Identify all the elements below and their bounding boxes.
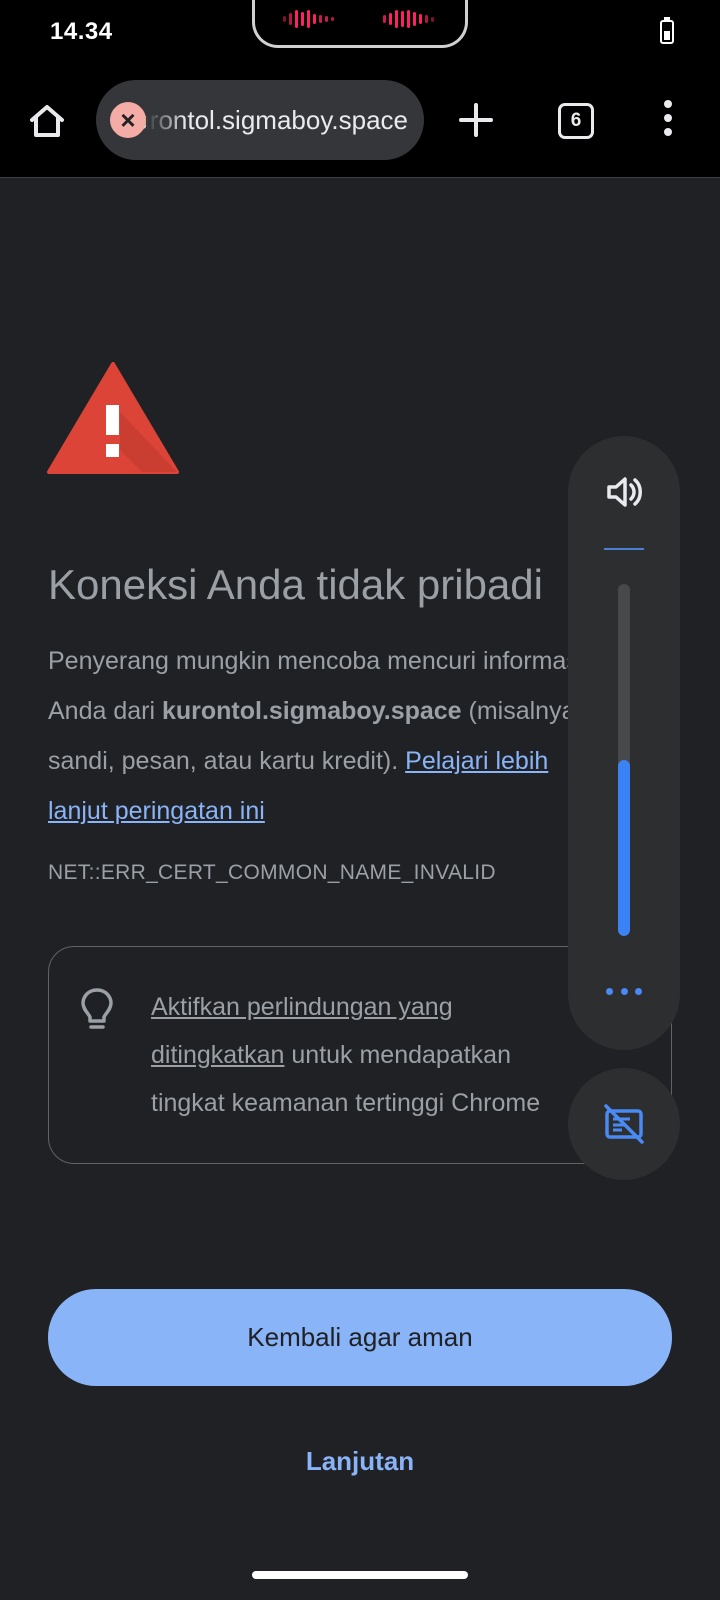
body-text-fragment: (misalnya, <box>461 697 583 725</box>
volume-slider[interactable] <box>618 584 630 936</box>
audio-wave-left <box>283 10 334 28</box>
tip-text-fragment: untuk mendapatkan <box>284 1041 511 1069</box>
home-button[interactable] <box>26 100 68 142</box>
volume-divider <box>604 548 644 550</box>
battery-icon <box>660 17 674 44</box>
live-caption-button[interactable] <box>568 1068 680 1180</box>
site-domain: kurontol.sigmaboy.space <box>161 697 462 725</box>
error-code: NET::ERR_CERT_COMMON_NAME_INVALID <box>48 861 496 884</box>
enhanced-protection-link-cont[interactable]: ditingkatkan <box>151 1041 284 1069</box>
status-bar: 14.34 <box>0 0 720 64</box>
enhanced-protection-link[interactable]: Aktifkan perlindungan yang <box>151 993 453 1021</box>
status-time: 14.34 <box>50 18 113 45</box>
back-to-safety-button[interactable]: Kembali agar aman <box>48 1289 672 1386</box>
home-icon <box>30 105 64 137</box>
more-vert-icon[interactable] <box>658 100 678 142</box>
new-tab-button[interactable] <box>456 100 496 140</box>
address-bar[interactable]: kurontol.sigmaboy.space × <box>96 80 424 160</box>
audio-wave-right <box>383 10 434 28</box>
browser-toolbar: kurontol.sigmaboy.space × 6 <box>0 64 720 178</box>
advanced-button[interactable]: Lanjutan <box>260 1440 460 1482</box>
volume-panel <box>568 436 680 1050</box>
url-fade <box>146 80 186 160</box>
live-caption-off-icon <box>604 1104 644 1144</box>
plus-icon <box>459 103 493 137</box>
warning-triangle-icon <box>47 362 179 474</box>
learn-more-link-cont[interactable]: lanjut peringatan ini <box>48 797 265 825</box>
lightbulb-icon <box>81 988 113 1029</box>
tab-switcher-button[interactable]: 6 <box>558 103 594 139</box>
volume-up-icon[interactable] <box>604 472 644 512</box>
learn-more-link[interactable]: Pelajari lebih <box>405 747 548 775</box>
camera-notch <box>252 0 468 48</box>
body-text-fragment: Anda dari <box>48 697 162 725</box>
volume-slider-fill <box>618 760 630 936</box>
body-text-fragment: sandi, pesan, atau kartu kredit). <box>48 747 406 775</box>
more-horiz-icon[interactable] <box>606 988 642 1000</box>
home-indicator[interactable] <box>252 1571 468 1579</box>
